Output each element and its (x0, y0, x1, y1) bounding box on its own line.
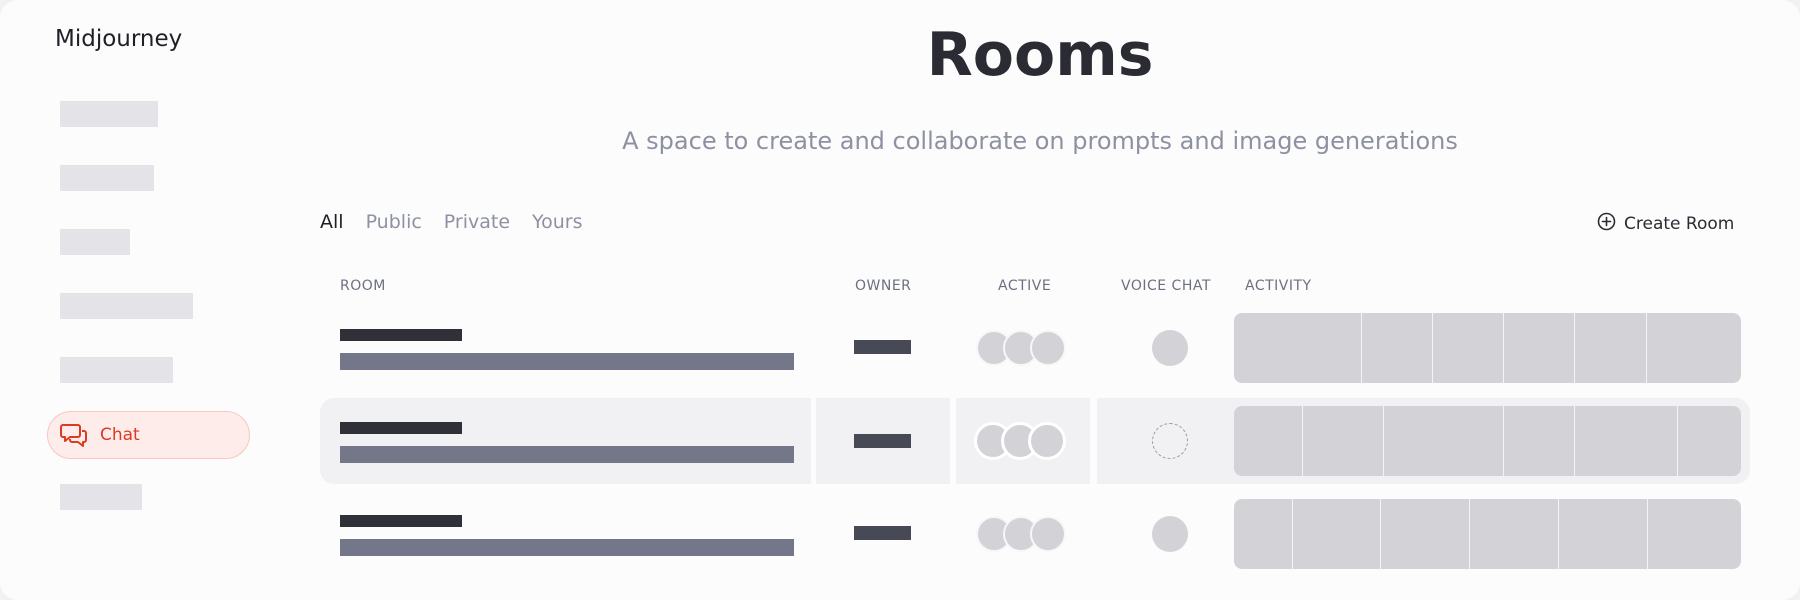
page-subtitle: A space to create and collaborate on pro… (622, 127, 1458, 155)
table-row[interactable] (320, 491, 1750, 577)
table-row[interactable] (320, 398, 1750, 484)
owner-placeholder (854, 434, 911, 448)
app-frame: Midjourney Chat Rooms A space to create … (0, 0, 1800, 600)
sidebar-item-chat[interactable]: Chat (47, 411, 250, 459)
page-title: Rooms (926, 20, 1154, 90)
avatar (1028, 422, 1066, 460)
room-name-placeholder (340, 329, 462, 341)
activity-graph (1234, 406, 1741, 476)
sidebar-item-placeholder[interactable] (60, 229, 130, 255)
avatar (1030, 330, 1066, 366)
sidebar-item-placeholder[interactable] (60, 293, 193, 319)
owner-placeholder (854, 340, 911, 354)
table-row[interactable] (320, 305, 1750, 391)
activity-graph (1234, 313, 1741, 383)
column-header-voice-chat: VOICE CHAT (1121, 278, 1211, 294)
room-description-placeholder (340, 539, 794, 556)
voice-chat-indicator[interactable] (1152, 423, 1188, 459)
tab-yours[interactable]: Yours (532, 211, 582, 233)
column-header-owner: OWNER (855, 278, 912, 294)
sidebar-item-placeholder[interactable] (60, 357, 173, 383)
column-header-active: ACTIVE (998, 278, 1052, 294)
room-name-placeholder (340, 515, 462, 527)
create-room-label: Create Room (1624, 214, 1735, 234)
sidebar-item-placeholder[interactable] (60, 101, 158, 127)
sidebar-item-placeholder[interactable] (60, 165, 154, 191)
column-header-room: ROOM (340, 278, 386, 294)
tab-public[interactable]: Public (366, 211, 422, 233)
chat-bubbles-icon (60, 422, 88, 448)
sidebar-item-label: Chat (100, 425, 140, 445)
tab-private[interactable]: Private (444, 211, 510, 233)
brand-logo[interactable]: Midjourney (55, 26, 182, 52)
room-description-placeholder (340, 446, 794, 463)
activity-graph (1234, 499, 1741, 569)
row-cell-room (320, 398, 811, 484)
avatar (1030, 516, 1066, 552)
owner-placeholder (854, 526, 911, 540)
plus-circle-icon (1597, 212, 1624, 236)
voice-chat-indicator[interactable] (1152, 516, 1188, 552)
room-name-placeholder (340, 422, 462, 434)
sidebar-item-placeholder[interactable] (60, 484, 142, 510)
voice-chat-indicator[interactable] (1152, 330, 1188, 366)
tab-all[interactable]: All (320, 211, 344, 233)
room-description-placeholder (340, 353, 794, 370)
column-header-activity: ACTIVITY (1245, 278, 1312, 294)
filter-tabs: All Public Private Yours (320, 211, 583, 233)
create-room-button[interactable]: Create Room (1597, 212, 1734, 236)
